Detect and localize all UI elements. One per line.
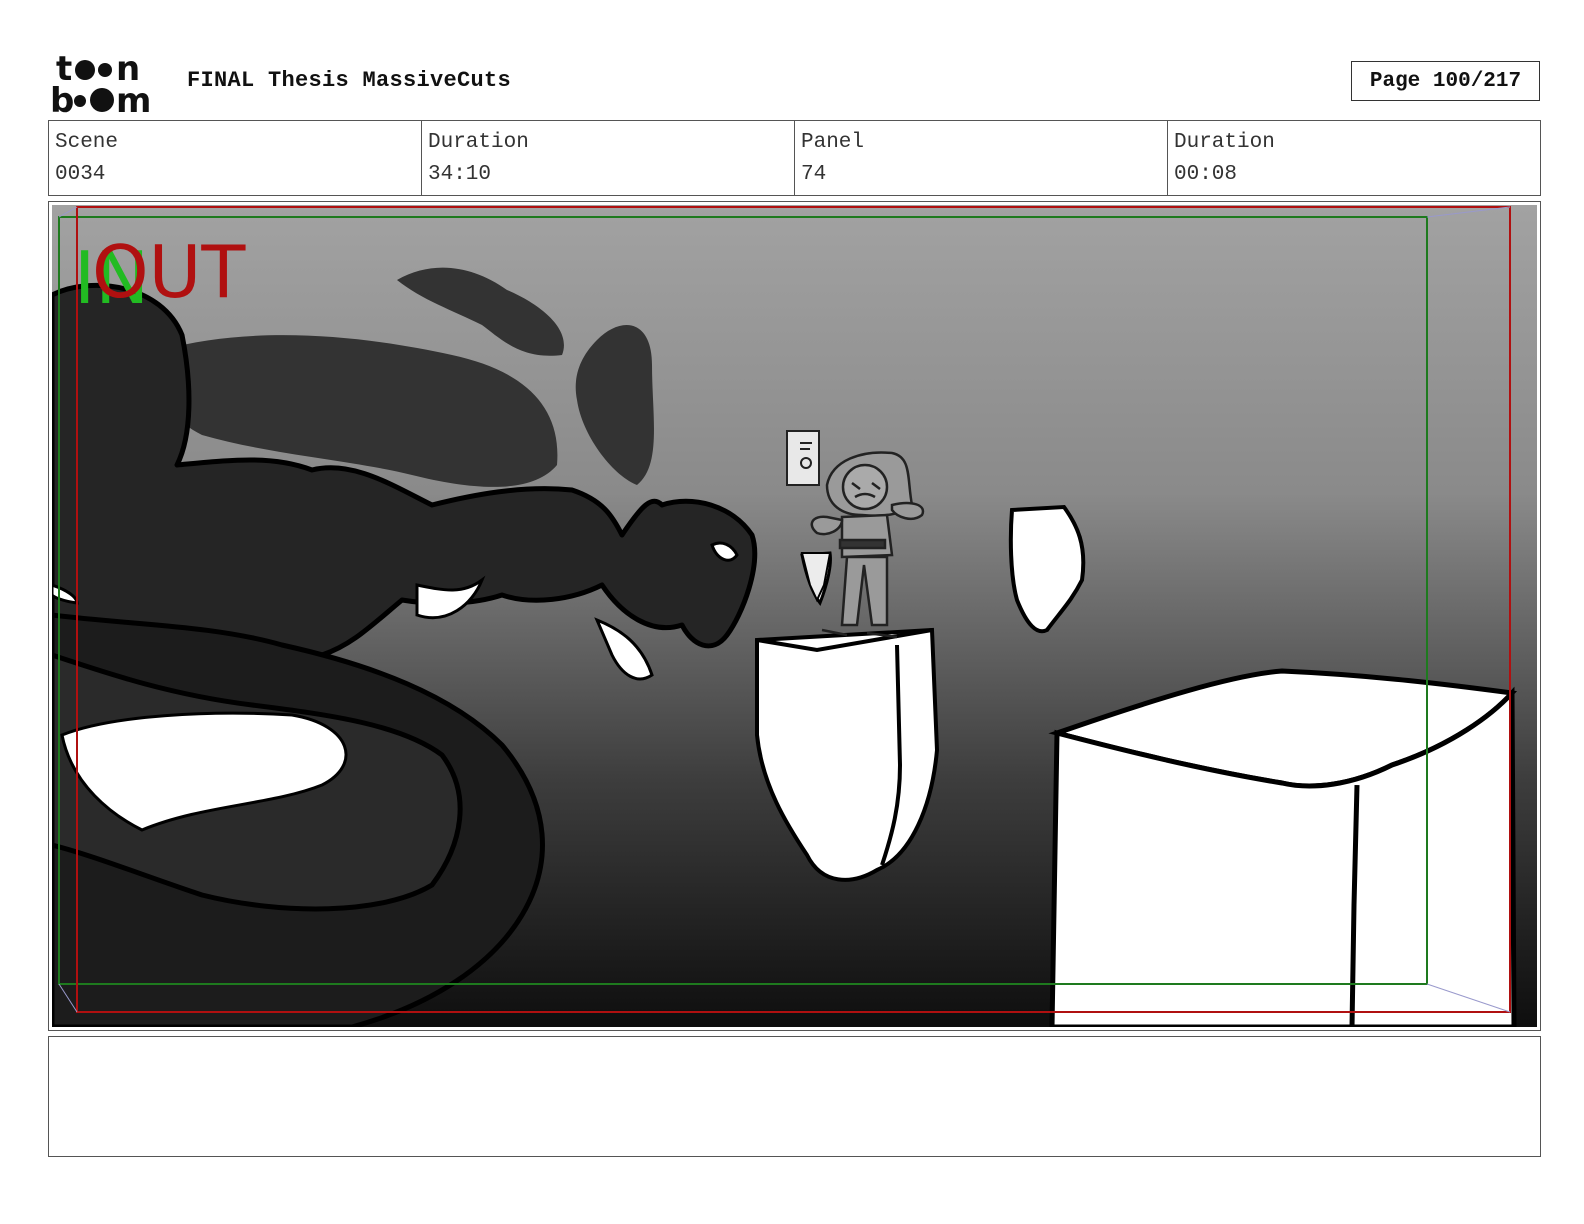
page-counter-text: Page 100/217 xyxy=(1369,69,1522,93)
scene-value: 0034 xyxy=(55,163,106,186)
toon-boom-logo: t n b m xyxy=(50,50,151,114)
svg-text:b: b xyxy=(50,81,74,114)
out-marker-label: OUT xyxy=(92,230,246,314)
panel-duration-value: 00:08 xyxy=(1174,163,1238,186)
document-title: FINAL Thesis MassiveCuts xyxy=(187,68,512,93)
panel-notes-box xyxy=(48,1036,1541,1157)
scene-info-table: Scene 0034 Duration 34:10 Panel 74 Durat… xyxy=(48,120,1541,196)
scene-duration-label: Duration xyxy=(428,131,529,154)
panel-value: 74 xyxy=(801,163,827,186)
panel-duration-label: Duration xyxy=(1174,131,1275,154)
scene-cell: Scene 0034 xyxy=(49,121,422,195)
floating-card xyxy=(786,430,820,486)
storyboard-panel-drawing: IN OUT xyxy=(52,205,1537,1027)
svg-text:m: m xyxy=(116,81,151,114)
scene-duration-cell: Duration 34:10 xyxy=(422,121,795,195)
scene-label: Scene xyxy=(55,131,119,154)
panel-cell: Panel 74 xyxy=(795,121,1168,195)
panel-label: Panel xyxy=(801,131,865,154)
panel-duration-cell: Duration 00:08 xyxy=(1168,121,1540,195)
large-stone-block xyxy=(1048,668,1518,1027)
page-counter: Page 100/217 xyxy=(1351,61,1540,101)
scene-duration-value: 34:10 xyxy=(428,163,492,186)
